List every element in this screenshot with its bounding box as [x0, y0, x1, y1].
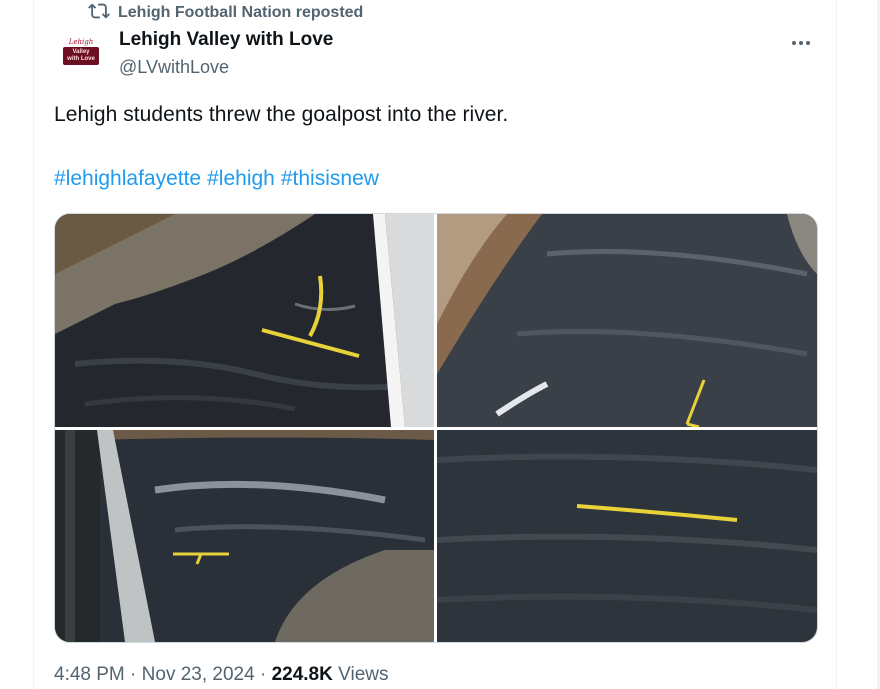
author-name[interactable]: Lehigh Valley with Love — [119, 29, 333, 51]
tweet-date[interactable]: Nov 23, 2024 — [142, 664, 255, 686]
tweet-time[interactable]: 4:48 PM — [54, 664, 125, 686]
views-label: Views — [332, 664, 389, 685]
avatar-script: Lehigh — [68, 38, 94, 46]
avatar-plate-line2: with Love — [67, 56, 95, 62]
photo-3[interactable] — [55, 430, 434, 642]
photo-2[interactable] — [437, 214, 817, 427]
more-options-button[interactable] — [786, 30, 816, 54]
hashtag-link[interactable]: #thisisnew — [281, 167, 379, 191]
repost-context[interactable]: Lehigh Football Nation reposted — [88, 2, 363, 24]
hashtag-link[interactable]: #lehigh — [207, 167, 275, 191]
more-icon — [791, 33, 811, 51]
meta-separator: · — [254, 664, 272, 685]
tweet-meta: 4:48 PM · Nov 23, 2024 · 224.8K Views — [54, 664, 388, 686]
avatar-plate-line1: Valley — [72, 49, 90, 55]
photo-1[interactable] — [55, 214, 434, 427]
timeline-left-border — [33, 0, 34, 689]
hashtag-link[interactable]: #lehighlafayette — [54, 167, 201, 191]
hashtag-row: #lehighlafayette #lehigh #thisisnew — [54, 167, 379, 191]
timeline-right-border — [836, 0, 837, 689]
avatar-plate: Valley with Love — [63, 47, 99, 65]
tweet-text: Lehigh students threw the goalpost into … — [54, 103, 509, 126]
author-handle[interactable]: @LVwithLove — [119, 57, 229, 78]
avatar[interactable]: Lehigh Valley with Love — [54, 32, 108, 72]
repost-icon — [88, 0, 110, 27]
views-count: 224.8K — [271, 664, 333, 685]
meta-separator: · — [124, 664, 142, 685]
repost-label: Lehigh Football Nation reposted — [118, 4, 364, 21]
photo-4[interactable] — [437, 430, 817, 642]
media-grid — [54, 213, 818, 643]
